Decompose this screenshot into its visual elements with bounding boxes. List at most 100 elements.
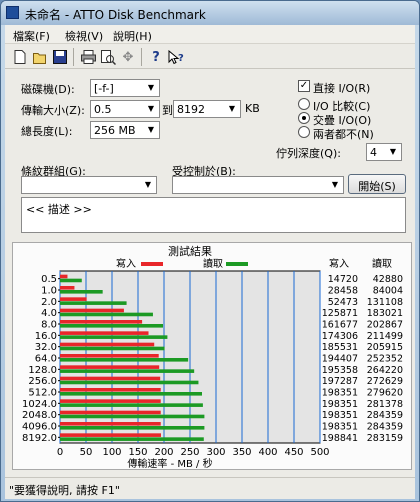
controlled-by-select[interactable]: ▼ [172, 176, 344, 194]
chevron-down-icon: ▼ [147, 125, 155, 134]
write-bar [60, 320, 143, 324]
y-tick-label: 32.0 [35, 342, 57, 353]
chevron-down-icon: ▼ [147, 104, 155, 113]
app-window: 未命名 - ATTO Disk Benchmark 檔案(F) 檢視(V) 說明… [0, 0, 420, 502]
read-bar [60, 312, 153, 317]
write-value: 195358 [322, 365, 358, 376]
write-value: 185531 [322, 342, 358, 353]
description-textbox[interactable]: << 描述 >> [21, 197, 406, 233]
write-value: 197287 [322, 376, 358, 387]
write-bar [60, 354, 159, 358]
help-icon[interactable]: ? [147, 48, 165, 66]
start-button[interactable]: 開始(S) [348, 174, 406, 194]
write-bar [60, 422, 161, 426]
read-bar [60, 278, 82, 283]
read-value: 283159 [367, 433, 403, 444]
print-preview-icon[interactable] [99, 48, 117, 66]
write-bar [60, 274, 68, 279]
overlapped-io-radio[interactable] [298, 112, 310, 124]
kb-label: KB [245, 102, 260, 115]
x-tick-label: 300 [206, 447, 225, 458]
y-tick-label: 8192.0 [22, 433, 57, 444]
read-value: 272629 [367, 376, 403, 387]
write-value: 198841 [322, 433, 358, 444]
total-length-label: 總長度(L): [21, 125, 73, 138]
transfer-to-select[interactable]: 8192 ▼ [173, 100, 241, 118]
write-value: 161677 [322, 320, 358, 331]
read-value: 281378 [367, 399, 403, 410]
direct-io-label: 直接 I/O(R) [313, 82, 371, 95]
read-value: 131108 [367, 297, 403, 308]
read-bar [60, 403, 203, 407]
description-text: << 描述 >> [26, 203, 92, 216]
read-value: 211499 [367, 331, 403, 342]
client-area: 檔案(F) 檢視(V) 說明(H) ✥ ? ? 磁碟機(D): [-f-] ▼ … [5, 25, 415, 499]
write-value: 198351 [322, 422, 358, 433]
direct-io-checkbox[interactable]: ✓ [298, 80, 310, 92]
context-help-icon[interactable]: ? [167, 48, 185, 66]
read-value: 183021 [367, 308, 403, 319]
transfer-size-label: 傳輸大小(Z): [21, 104, 85, 117]
status-text: "要獲得說明, 請按 F1" [9, 484, 120, 497]
chevron-down-icon: ▼ [228, 104, 236, 113]
chevron-down-icon: ▼ [147, 83, 155, 92]
x-tick-label: 100 [102, 447, 121, 458]
read-bar [60, 392, 202, 396]
y-tick-label: 8.0 [41, 320, 57, 331]
legend-read-label: 讀取 [203, 257, 223, 270]
read-bar [60, 358, 189, 362]
x-axis-label: 傳輸速率 - MB / 秒 [127, 457, 212, 470]
x-tick-label: 250 [180, 447, 199, 458]
drive-select[interactable]: [-f-] ▼ [90, 79, 160, 97]
read-value: 264220 [367, 365, 403, 376]
total-length-value: 256 MB [94, 124, 136, 137]
svg-text:?: ? [178, 53, 184, 64]
print-icon[interactable] [79, 48, 97, 66]
read-value: 42880 [373, 274, 403, 285]
chevron-down-icon: ▼ [389, 147, 397, 156]
read-value: 84004 [373, 286, 403, 297]
write-value: 125871 [322, 308, 358, 319]
y-tick-label: 0.5 [41, 274, 57, 285]
write-column-header: 寫入 [329, 257, 349, 270]
read-value: 205915 [367, 342, 403, 353]
stripe-group-select[interactable]: ▼ [21, 176, 157, 194]
io-compare-radio[interactable] [298, 98, 310, 110]
write-value: 198351 [322, 410, 358, 421]
results-chart: 測試結果寫入 讀取 寫入 讀取 0 50 100 150 200 250 300 350 400 450 5… [22, 244, 403, 470]
open-folder-icon[interactable] [31, 48, 49, 66]
new-file-icon[interactable] [11, 48, 29, 66]
read-value: 284359 [367, 422, 403, 433]
drive-label: 磁碟機(D): [21, 83, 75, 96]
chevron-down-icon: ▼ [144, 180, 152, 189]
menu-view[interactable]: 檢視(V) [65, 28, 103, 44]
results-chart-panel: 測試結果 寫入 讀取 寫入 讀取 0 50 100 150 200 250 300 350 400 450 5… [12, 242, 412, 470]
y-tick-label: 64.0 [35, 354, 57, 365]
write-value: 174306 [322, 331, 358, 342]
chart-title: 測試結果 [168, 244, 212, 258]
total-length-select[interactable]: 256 MB ▼ [90, 121, 160, 139]
read-value: 279620 [367, 388, 403, 399]
x-tick-label: 500 [310, 447, 329, 458]
write-value: 194407 [322, 354, 358, 365]
write-bar [60, 376, 161, 381]
queue-depth-select[interactable]: 4 ▼ [366, 143, 402, 161]
to-label: 到 [162, 104, 173, 117]
read-bar [60, 335, 168, 339]
neither-radio[interactable] [298, 126, 310, 138]
y-tick-label: 128.0 [28, 365, 57, 376]
x-tick-label: 350 [232, 447, 251, 458]
menu-file[interactable]: 檔案(F) [13, 28, 50, 44]
x-tick-label: 400 [258, 447, 277, 458]
y-tick-label: 512.0 [28, 388, 57, 399]
read-bar [60, 437, 204, 441]
status-bar: "要獲得說明, 請按 F1" [5, 477, 415, 499]
menu-help[interactable]: 說明(H) [113, 28, 152, 44]
save-icon[interactable] [51, 48, 69, 66]
move-icon[interactable]: ✥ [119, 48, 137, 66]
write-bar [60, 297, 87, 301]
write-value: 52473 [328, 297, 358, 308]
write-bar [60, 410, 161, 415]
title-bar[interactable]: 未命名 - ATTO Disk Benchmark [1, 1, 419, 25]
transfer-from-select[interactable]: 0.5 ▼ [90, 100, 160, 118]
